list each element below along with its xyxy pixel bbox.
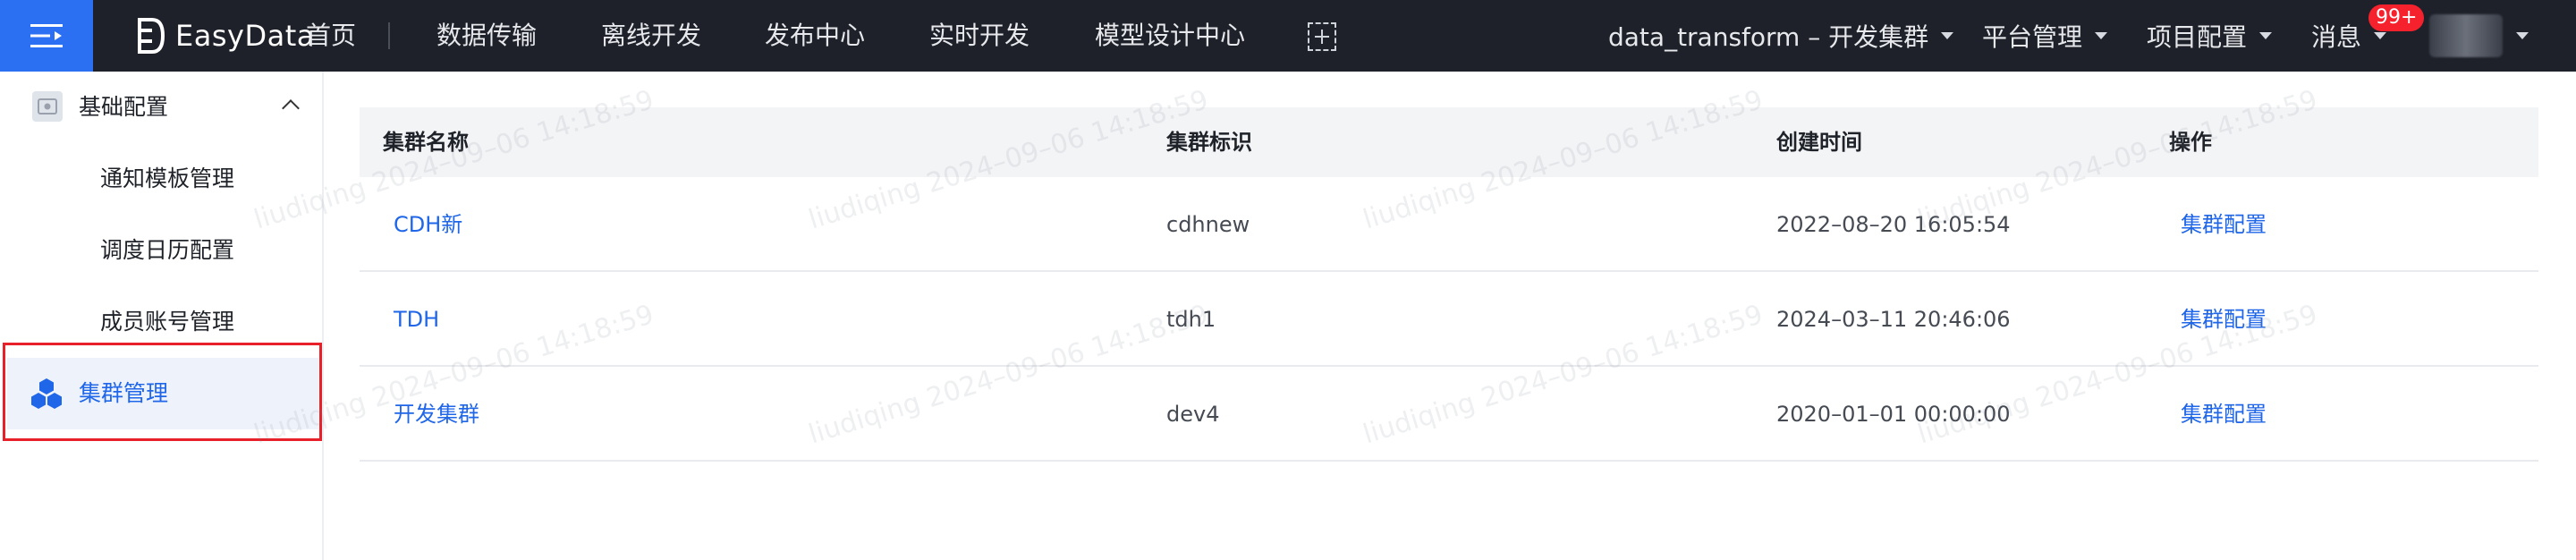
cluster-config-link[interactable]: 集群配置 <box>2181 177 2267 272</box>
project-selector[interactable]: data_transform – 开发集群 <box>1608 0 1954 72</box>
sidebar-group-basic-config[interactable]: 基础配置 <box>0 72 322 143</box>
nav-data-transfer[interactable]: 数据传输 <box>436 0 537 72</box>
column-header-actions: 操作 <box>2169 130 2212 155</box>
app-logo[interactable]: EasyData <box>134 0 315 72</box>
caret-down-icon <box>1941 32 1954 39</box>
sidebar-item-schedule-calendar[interactable]: 调度日历配置 <box>0 215 322 286</box>
cluster-config-link[interactable]: 集群配置 <box>2181 272 2267 367</box>
plus-icon <box>1315 30 1329 44</box>
cluster-name-link[interactable]: 开发集群 <box>394 367 479 462</box>
settings-panel-icon <box>32 91 63 122</box>
platform-menu[interactable]: 平台管理 <box>1982 0 2108 72</box>
column-header-cluster-name: 集群名称 <box>383 130 469 155</box>
user-menu-caret-icon[interactable] <box>2516 32 2529 39</box>
menu-toggle-button[interactable] <box>0 0 93 72</box>
cluster-id-cell: dev4 <box>1166 402 1220 427</box>
cluster-table: 集群名称 集群标识 创建时间 操作 CDH新 cdhnew 2022–08–20… <box>360 107 2538 462</box>
created-time-cell: 2024–03–11 20:46:06 <box>1776 307 2011 332</box>
user-avatar[interactable] <box>2429 14 2503 57</box>
platform-menu-label: 平台管理 <box>1982 22 2083 52</box>
table-header: 集群名称 集群标识 创建时间 操作 <box>360 107 2538 177</box>
created-time-cell: 2022–08–20 16:05:54 <box>1776 212 2011 237</box>
nav-realtime-dev[interactable]: 实时开发 <box>929 0 1030 72</box>
cluster-config-link[interactable]: 集群配置 <box>2181 367 2267 462</box>
top-navigation-bar: EasyData 首页 数据传输 离线开发 发布中心 实时开发 模型设计中心 d… <box>0 0 2576 72</box>
column-header-created-time: 创建时间 <box>1776 130 1862 155</box>
logo-icon <box>138 18 165 54</box>
project-selector-label: data_transform – 开发集群 <box>1608 22 1929 52</box>
nav-home[interactable]: 首页 <box>306 0 356 72</box>
highlight-annotation-box <box>3 343 322 441</box>
caret-down-icon <box>2095 32 2108 39</box>
logo-text: EasyData <box>175 19 315 53</box>
sidebar-group-label: 基础配置 <box>79 94 169 120</box>
table-row: TDH tdh1 2024–03–11 20:46:06 集群配置 <box>360 272 2538 367</box>
nav-publish-center[interactable]: 发布中心 <box>765 0 865 72</box>
caret-down-icon <box>2374 32 2387 39</box>
cluster-name-link[interactable]: CDH新 <box>394 177 462 272</box>
cluster-id-cell: tdh1 <box>1166 307 1216 332</box>
nav-offline-dev[interactable]: 离线开发 <box>601 0 701 72</box>
project-config-menu[interactable]: 项目配置 <box>2147 0 2273 72</box>
messages-label: 消息 <box>2311 22 2362 52</box>
sidebar: 基础配置 通知模板管理 调度日历配置 成员账号管理 集群管理 <box>0 72 324 560</box>
chevron-up-icon[interactable] <box>282 99 300 117</box>
cluster-name-link[interactable]: TDH <box>394 272 439 367</box>
column-header-cluster-id: 集群标识 <box>1166 130 1252 155</box>
menu-icon <box>30 24 63 47</box>
table-row: CDH新 cdhnew 2022–08–20 16:05:54 集群配置 <box>360 177 2538 272</box>
messages-badge: 99+ <box>2368 4 2425 31</box>
nav-divider <box>388 22 390 49</box>
table-row: 开发集群 dev4 2020–01–01 00:00:00 集群配置 <box>360 367 2538 462</box>
caret-down-icon <box>2259 32 2273 39</box>
project-config-menu-label: 项目配置 <box>2147 22 2248 52</box>
cluster-id-cell: cdhnew <box>1166 212 1250 237</box>
sidebar-item-notify-templates[interactable]: 通知模板管理 <box>0 143 322 215</box>
nav-model-design[interactable]: 模型设计中心 <box>1095 0 1245 72</box>
created-time-cell: 2020–01–01 00:00:00 <box>1776 402 2011 427</box>
add-tab-button[interactable] <box>1308 22 1336 51</box>
